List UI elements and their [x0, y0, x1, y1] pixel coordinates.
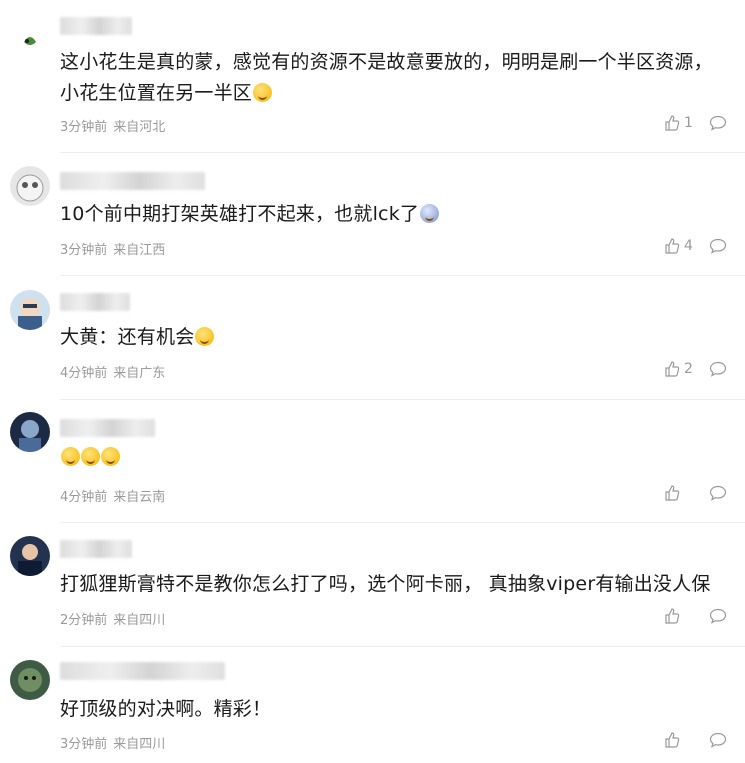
thumbs-up-icon [665, 732, 680, 748]
like-count: 1 [684, 115, 693, 131]
thumbs-up-icon [665, 608, 680, 624]
comment-time: 2分钟前 [60, 613, 108, 628]
speech-bubble-icon [709, 115, 727, 131]
like-button[interactable]: 2 [664, 361, 693, 377]
username-redacted[interactable] [60, 172, 205, 190]
comment-item: 大黄：还有机会 4分钟前 来自广东 2 [0, 275, 745, 399]
speech-bubble-icon [709, 361, 727, 377]
comment-location: 来自河北 [113, 120, 166, 135]
separator [60, 152, 745, 153]
comment-meta: 3分钟前 来自四川 [60, 733, 171, 752]
thumbs-up-icon [665, 485, 680, 501]
username-redacted[interactable] [60, 293, 130, 311]
comment-time: 3分钟前 [60, 120, 108, 135]
separator [60, 275, 745, 276]
username-redacted[interactable] [60, 540, 132, 558]
comment-location: 来自四川 [113, 613, 166, 628]
laughing-emoji-icon [61, 447, 80, 466]
scream-emoji-icon [420, 204, 440, 223]
comment-item: 这小花生是真的蒙，感觉有的资源不是故意要放的，明明是刷一个半区资源，小花生位置在… [0, 0, 745, 152]
reply-button[interactable] [709, 732, 727, 752]
avatar[interactable] [10, 412, 50, 452]
comment-item: 10个前中期打架英雄打不起来，也就lck了 3分钟前 来自江西 4 [0, 152, 745, 275]
avatar[interactable] [10, 290, 50, 330]
reply-button[interactable] [709, 238, 727, 258]
comment-time: 4分钟前 [60, 490, 108, 505]
comment-meta: 3分钟前 来自河北 [60, 116, 171, 135]
comment-item: 好顶级的对决啊。精彩！ 3分钟前 来自四川 [0, 646, 745, 763]
reply-button[interactable] [709, 608, 727, 628]
like-button[interactable] [664, 485, 680, 501]
comment-text [60, 442, 727, 473]
reply-button[interactable] [709, 361, 727, 381]
comment-location: 来自江西 [113, 243, 166, 258]
like-count: 2 [684, 361, 693, 377]
comment-meta: 2分钟前 来自四川 [60, 609, 171, 628]
comment-text: 大黄：还有机会 [60, 322, 727, 353]
comment-time: 4分钟前 [60, 366, 108, 381]
comment-meta: 4分钟前 来自云南 [60, 486, 171, 505]
avatar[interactable] [10, 166, 50, 206]
avatar[interactable] [10, 20, 50, 60]
comment-meta: 4分钟前 来自广东 [60, 362, 171, 381]
thumbs-up-icon [665, 115, 680, 131]
comment-text: 10个前中期打架英雄打不起来，也就lck了 [60, 199, 727, 230]
comment-text: 好顶级的对决啊。精彩！ [60, 698, 272, 720]
comment-text: 这小花生是真的蒙，感觉有的资源不是故意要放的，明明是刷一个半区资源，小花生位置在… [60, 51, 713, 104]
comment-meta: 3分钟前 来自江西 [60, 239, 171, 258]
comment-time: 3分钟前 [60, 243, 108, 258]
speech-bubble-icon [709, 732, 727, 748]
avatar[interactable] [10, 660, 50, 700]
avatar[interactable] [10, 536, 50, 576]
comment-location: 来自云南 [113, 490, 166, 505]
cat-emoji-icon [195, 327, 215, 346]
comment-time: 3分钟前 [60, 737, 108, 752]
speech-bubble-icon [709, 238, 727, 254]
comment-item: 打狐狸斯膏特不是教你怎么打了吗，选个阿卡丽， 真抽象viper有输出没人保 2分… [0, 522, 745, 646]
like-count: 4 [684, 238, 693, 254]
thumbs-up-icon [665, 238, 680, 254]
laughing-emoji-icon [101, 447, 120, 466]
like-button[interactable] [664, 608, 680, 624]
reply-button[interactable] [709, 485, 727, 505]
separator [60, 399, 745, 400]
reply-button[interactable] [709, 115, 727, 135]
thumbs-up-icon [665, 361, 680, 377]
comment-text: 打狐狸斯膏特不是教你怎么打了吗，选个阿卡丽， 真抽象viper有输出没人保 [60, 573, 711, 595]
like-button[interactable]: 4 [664, 238, 693, 254]
comment-location: 来自四川 [113, 737, 166, 752]
comment-location: 来自广东 [113, 366, 166, 381]
separator [60, 646, 745, 647]
username-redacted[interactable] [60, 662, 225, 680]
username-redacted[interactable] [60, 17, 132, 35]
like-button[interactable]: 1 [664, 115, 693, 131]
speech-bubble-icon [709, 608, 727, 624]
username-redacted[interactable] [60, 419, 155, 437]
like-button[interactable] [664, 732, 680, 748]
comment-item: 4分钟前 来自云南 [0, 399, 745, 522]
pensive-emoji-icon [253, 83, 273, 102]
laughing-emoji-icon [81, 447, 100, 466]
speech-bubble-icon [709, 485, 727, 501]
separator [60, 522, 745, 523]
